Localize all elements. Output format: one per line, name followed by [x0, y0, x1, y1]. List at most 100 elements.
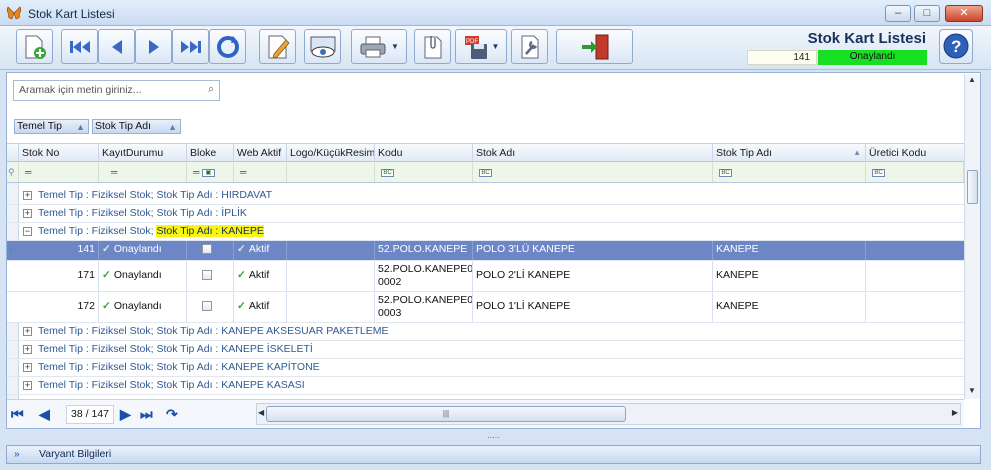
table-row[interactable]: 171 ✓ Onaylandı ✓ Aktif 52.POLO.KANEPE0 000…	[7, 261, 964, 292]
group-row[interactable]: + Temel Tip : Fiziksel Stok; Stok Tip Adı…	[7, 187, 964, 205]
new-record-button[interactable]	[16, 29, 53, 64]
scroll-up-icon[interactable]: ▲	[968, 75, 976, 84]
group-row-expanded[interactable]: − Temel Tip : Fiziksel Stok; Stok Tip Adı…	[7, 223, 964, 241]
refresh-button[interactable]	[209, 29, 246, 64]
horizontal-scroll-thumb[interactable]: |||	[266, 406, 626, 422]
close-button[interactable]: ✕	[945, 5, 983, 22]
group-row[interactable]: + Temel Tip : Fiziksel Stok; Stok Tip Adı…	[7, 323, 964, 341]
column-stok-tip-adi[interactable]: Stok Tip Adı ▲	[713, 144, 866, 162]
scroll-down-icon[interactable]: ▼	[968, 386, 976, 395]
new-document-icon	[25, 35, 46, 59]
column-web-aktif[interactable]: Web Aktif	[234, 144, 287, 162]
scroll-left-icon[interactable]: ◀	[258, 408, 264, 417]
filter-stok-no[interactable]: ═	[19, 162, 99, 182]
filter-web-aktif[interactable]: ═	[234, 162, 287, 182]
cell-text: Onaylandı	[113, 243, 162, 255]
cell-kayit-durumu: ✓ Onaylandı	[99, 261, 187, 291]
cell-uretici-kodu	[866, 241, 964, 260]
filter-stok-tip-adi[interactable]: BC	[713, 162, 866, 182]
cell-text: Aktif	[248, 300, 270, 312]
data-navigator: ⏮ ◀ 38 / 147 ▶ ⏭ ↷ ◀ ||| ▶	[7, 399, 964, 428]
group-by-label: Stok Tip Adı	[95, 120, 152, 132]
cell-stok-adi: POLO 3'LÜ KANEPE	[473, 241, 713, 260]
wrench-document-icon	[521, 35, 538, 58]
column-stok-no[interactable]: Stok No	[19, 144, 99, 162]
nav-previous-icon[interactable]: ◀	[39, 406, 50, 423]
expand-icon: +	[23, 344, 32, 354]
help-button[interactable]: ?	[939, 29, 973, 64]
bloke-checkbox[interactable]	[202, 244, 212, 254]
exit-button[interactable]	[556, 29, 633, 64]
filter-stok-adi[interactable]: BC	[473, 162, 713, 182]
export-pdf-button[interactable]: PDF ▼	[455, 29, 507, 64]
nav-last-icon[interactable]: ⏭	[140, 406, 153, 423]
edit-button[interactable]	[259, 29, 296, 64]
cell-uretici-kodu	[866, 292, 964, 322]
filter-row: ⚲ ═ ═ ═ ▣ ═ BC BC BC BC	[7, 162, 964, 183]
last-record-button[interactable]	[172, 29, 209, 64]
group-row[interactable]: + Temel Tip : Fiziksel Stok; Stok Tip Adı…	[7, 205, 964, 223]
view-button[interactable]	[304, 29, 341, 64]
filter-kayit-durumu[interactable]: ═	[99, 162, 187, 182]
filter-uretici-kodu[interactable]: BC	[866, 162, 964, 182]
settings-button[interactable]	[511, 29, 548, 64]
column-kodu[interactable]: Kodu	[375, 144, 473, 162]
vertical-scrollbar[interactable]: ▲ ▼	[964, 74, 980, 399]
group-label: Temel Tip : Fiziksel Stok; Stok Tip Adı …	[38, 343, 313, 355]
filter-icon: ⚲	[7, 162, 19, 182]
check-icon: ✓	[237, 243, 246, 255]
previous-record-button[interactable]	[98, 29, 135, 64]
group-by-stok-tip-adi[interactable]: Stok Tip Adı ▲	[92, 119, 181, 134]
column-bloke[interactable]: Bloke	[187, 144, 234, 162]
column-logo[interactable]: Logo/KüçükResim	[287, 144, 375, 162]
column-stok-adi[interactable]: Stok Adı	[473, 144, 713, 162]
group-row[interactable]: + Temel Tip : Fiziksel Stok; Stok Tip Adı…	[7, 359, 964, 377]
bloke-checkbox[interactable]	[202, 301, 212, 311]
dropdown-arrow-icon: ▼	[391, 42, 399, 51]
table-row[interactable]: 172 ✓ Onaylandı ✓ Aktif 52.POLO.KANEPE0 000…	[7, 292, 964, 323]
cell-bloke	[187, 241, 234, 260]
filter-bloke[interactable]: ═ ▣	[187, 162, 234, 182]
variant-panel-header[interactable]: » Varyant Bilgileri	[6, 445, 981, 464]
minimize-button[interactable]: –	[885, 5, 911, 22]
attachment-button[interactable]	[414, 29, 451, 64]
nav-refresh-icon[interactable]: ↷	[166, 406, 178, 423]
cell-logo	[287, 292, 375, 322]
cell-stok-no: 171	[37, 261, 99, 291]
first-record-button[interactable]	[61, 29, 98, 64]
nav-next-icon[interactable]: ▶	[120, 406, 131, 423]
cell-text: 52.POLO.KANEPE	[378, 243, 468, 255]
next-record-button[interactable]	[135, 29, 172, 64]
cell-web-aktif: ✓ Aktif	[234, 241, 287, 260]
filter-kodu[interactable]: BC	[375, 162, 473, 182]
filter-logo[interactable]	[287, 162, 375, 182]
vertical-scroll-thumb[interactable]	[967, 170, 978, 204]
nav-first-icon[interactable]: ⏮	[11, 406, 24, 423]
column-uretici-kodu[interactable]: Üretici Kodu	[866, 144, 964, 162]
search-input[interactable]: Aramak için metin giriniz... ⌕	[13, 80, 220, 101]
edit-document-icon	[268, 35, 290, 59]
maximize-button[interactable]: □	[914, 5, 940, 22]
splitter-handle[interactable]: .....	[6, 430, 981, 444]
column-kayit-durumu[interactable]: KayıtDurumu	[99, 144, 187, 162]
bloke-checkbox[interactable]	[202, 270, 212, 280]
group-label: Temel Tip : Fiziksel Stok; Stok Tip Adı …	[38, 379, 305, 391]
horizontal-scrollbar[interactable]: ◀ ||| ▶	[256, 403, 961, 425]
sort-asc-icon: ▲	[168, 122, 177, 132]
print-button[interactable]: ▼	[351, 29, 407, 64]
group-row[interactable]: + Temel Tip : Fiziksel Stok; Stok Tip Adı…	[7, 341, 964, 359]
cell-bloke	[187, 261, 234, 291]
dropdown-arrow-icon: ▼	[491, 42, 500, 51]
page-title: Stok Kart Listesi	[807, 30, 926, 47]
cell-stok-no: 172	[37, 292, 99, 322]
next-icon	[148, 39, 159, 54]
table-row[interactable]: › 141 ✓ Onaylandı ✓ Aktif 52.POLO.KANEPE P…	[7, 241, 964, 261]
cell-text: 0002	[378, 276, 402, 288]
group-by-temel-tip[interactable]: Temel Tip ▲	[14, 119, 89, 134]
cell-kodu: 52.POLO.KANEPE0 0002	[375, 261, 473, 291]
cell-kodu: 52.POLO.KANEPE0 0003	[375, 292, 473, 322]
scroll-right-icon[interactable]: ▶	[952, 408, 958, 417]
group-label: Temel Tip : Fiziksel Stok; Stok Tip Adı …	[38, 207, 247, 219]
group-row[interactable]: + Temel Tip : Fiziksel Stok; Stok Tip Adı…	[7, 377, 964, 395]
check-icon: ✓	[237, 269, 246, 281]
